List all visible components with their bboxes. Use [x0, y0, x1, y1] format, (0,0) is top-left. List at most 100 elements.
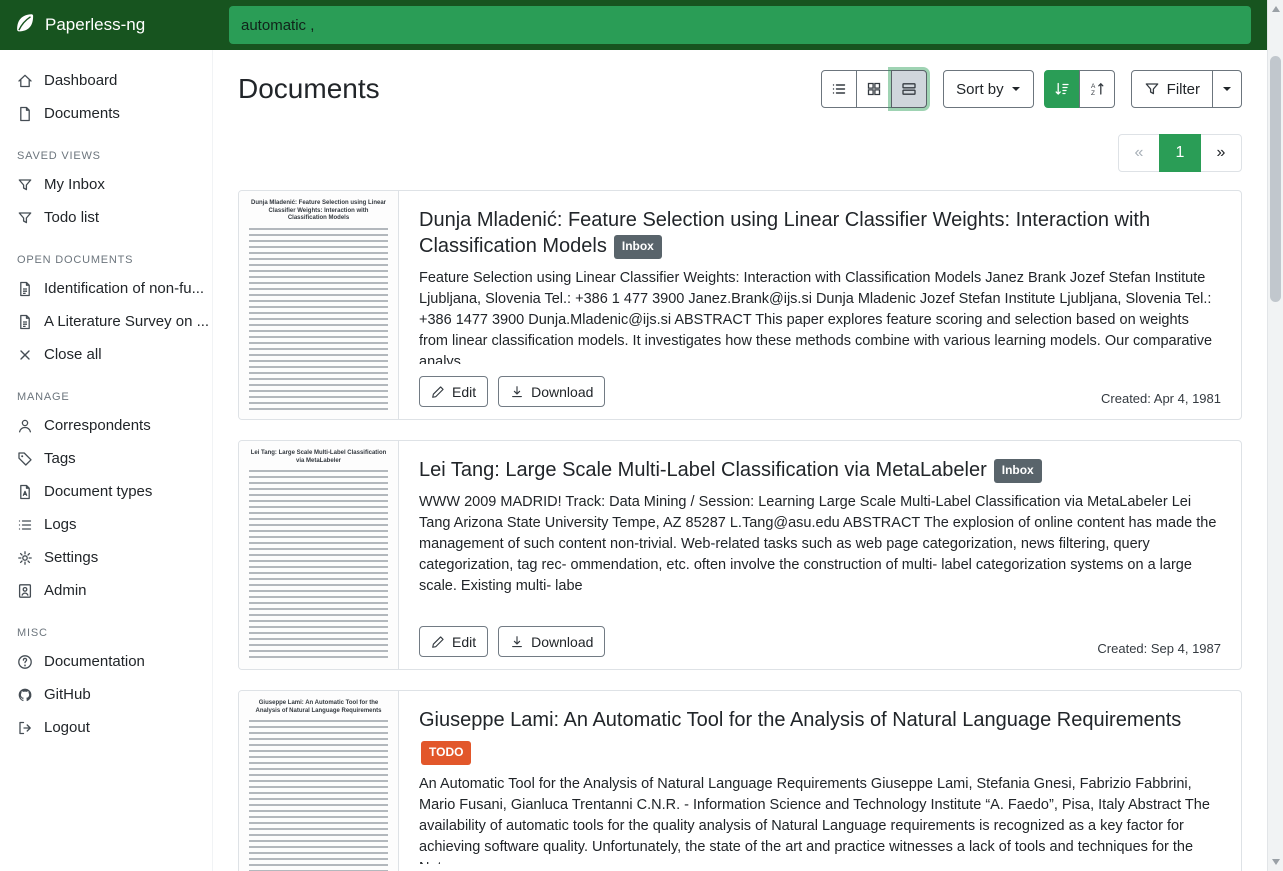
file-icon: [17, 106, 33, 122]
tag-badge-todo[interactable]: TODO: [421, 741, 471, 765]
tag-badge-inbox[interactable]: Inbox: [614, 235, 662, 259]
download-label: Download: [531, 634, 593, 650]
document-thumbnail[interactable]: Giuseppe Lami: An Automatic Tool for the…: [239, 691, 399, 871]
vertical-scrollbar[interactable]: [1267, 0, 1283, 871]
document-thumbnail[interactable]: Dunja Mladenić: Feature Selection using …: [239, 191, 399, 419]
document-title: Giuseppe Lami: An Automatic Tool for the…: [419, 709, 1181, 731]
download-icon: [510, 635, 524, 649]
thumbnail-text-lines: [249, 720, 388, 871]
sidebar-item-label: GitHub: [44, 686, 91, 703]
sidebar-item-github[interactable]: GitHub: [0, 678, 212, 711]
sidebar-item-settings[interactable]: Settings: [0, 541, 212, 574]
pagination-prev-button[interactable]: «: [1118, 134, 1160, 172]
sidebar-item-open-doc-1[interactable]: Identification of non-fu...: [0, 272, 212, 305]
svg-text:A: A: [1091, 83, 1096, 90]
created-date: Created: Sep 4, 1987: [1097, 641, 1221, 656]
leaf-icon: [14, 12, 36, 39]
filter-button[interactable]: Filter: [1131, 70, 1213, 108]
edit-label: Edit: [452, 634, 476, 650]
sort-descending-button[interactable]: [1044, 70, 1080, 108]
sidebar-item-label: Tags: [44, 450, 76, 467]
thumbnail-title: Giuseppe Lami: An Automatic Tool for the…: [249, 700, 388, 715]
main-content: Documents: [213, 50, 1267, 871]
scrollbar-up-arrow-icon[interactable]: [1272, 6, 1280, 12]
edit-button[interactable]: Edit: [419, 376, 488, 407]
download-button[interactable]: Download: [498, 626, 605, 657]
sidebar-item-close-all[interactable]: Close all: [0, 338, 212, 371]
toolbar-controls: Sort by AZ: [821, 70, 1242, 108]
filter-dropdown-button[interactable]: [1212, 70, 1242, 108]
view-toggle-group: [821, 70, 927, 108]
sidebar-item-label: Identification of non-fu...: [44, 280, 204, 297]
thumbnail-text-lines: [249, 228, 388, 411]
tag-icon: [17, 451, 33, 467]
scrollbar-thumb[interactable]: [1270, 56, 1281, 302]
list-view-icon: [831, 81, 847, 97]
edit-label: Edit: [452, 384, 476, 400]
pagination-next-button[interactable]: »: [1200, 134, 1242, 172]
search-bar: [213, 0, 1267, 50]
sort-by-button[interactable]: Sort by: [943, 70, 1034, 108]
sidebar-item-correspondents[interactable]: Correspondents: [0, 409, 212, 442]
pagination-page-1-button[interactable]: 1: [1159, 134, 1201, 172]
scrollbar-down-arrow-icon[interactable]: [1272, 859, 1280, 865]
gear-icon: [17, 550, 33, 566]
sidebar-item-document-types[interactable]: Document types: [0, 475, 212, 508]
github-icon: [17, 687, 33, 703]
brand-link[interactable]: Paperless-ng: [0, 0, 213, 50]
sidebar-item-logout[interactable]: Logout: [0, 711, 212, 744]
file-text-icon: [17, 281, 33, 297]
person-badge-icon: [17, 583, 33, 599]
document-title-link[interactable]: Dunja Mladenić: Feature Selection using …: [419, 207, 1221, 259]
document-excerpt: Feature Selection using Linear Classifie…: [419, 268, 1221, 364]
created-date: Created: Apr 4, 1981: [1101, 391, 1221, 406]
document-card-body: Giuseppe Lami: An Automatic Tool for the…: [399, 691, 1241, 871]
sort-direction-group: AZ: [1044, 70, 1115, 108]
sidebar-item-todo-list[interactable]: Todo list: [0, 201, 212, 234]
thumbnail-text-lines: [249, 470, 388, 660]
sidebar-item-tags[interactable]: Tags: [0, 442, 212, 475]
sidebar-item-label: Admin: [44, 582, 87, 599]
sidebar-item-label: Dashboard: [44, 72, 117, 89]
document-card-body: Dunja Mladenić: Feature Selection using …: [399, 191, 1241, 419]
details-view-button[interactable]: [891, 70, 927, 108]
close-icon: [17, 347, 33, 363]
sidebar-item-label: Close all: [44, 346, 102, 363]
sidebar-item-documents[interactable]: Documents: [0, 97, 212, 130]
sidebar-item-documentation[interactable]: Documentation: [0, 645, 212, 678]
funnel-icon: [17, 177, 33, 193]
download-icon: [510, 385, 524, 399]
sidebar-section-open-documents: OPEN DOCUMENTS: [0, 234, 212, 272]
sidebar-item-admin[interactable]: Admin: [0, 574, 212, 607]
sidebar-item-dashboard[interactable]: Dashboard: [0, 64, 212, 97]
grid-view-button[interactable]: [856, 70, 892, 108]
page-title: Documents: [238, 73, 380, 105]
list-view-button[interactable]: [821, 70, 857, 108]
filter-label: Filter: [1167, 81, 1200, 98]
sort-alpha-icon: AZ: [1089, 81, 1105, 97]
document-thumbnail[interactable]: Lei Tang: Large Scale Multi-Label Classi…: [239, 441, 399, 669]
search-input[interactable]: [229, 6, 1251, 44]
document-title-link[interactable]: Giuseppe Lami: An Automatic Tool for the…: [419, 707, 1221, 765]
sidebar-item-open-doc-2[interactable]: A Literature Survey on ...: [0, 305, 212, 338]
sidebar-section-saved-views: SAVED VIEWS: [0, 130, 212, 168]
document-excerpt: WWW 2009 MADRID! Track: Data Mining / Se…: [419, 492, 1221, 597]
edit-button[interactable]: Edit: [419, 626, 488, 657]
document-title: Dunja Mladenić: Feature Selection using …: [419, 209, 1150, 257]
download-button[interactable]: Download: [498, 376, 605, 407]
sidebar-item-my-inbox[interactable]: My Inbox: [0, 168, 212, 201]
sidebar-item-logs[interactable]: Logs: [0, 508, 212, 541]
sidebar-item-label: My Inbox: [44, 176, 105, 193]
sidebar-item-label: Correspondents: [44, 417, 151, 434]
pencil-icon: [431, 635, 445, 649]
funnel-icon: [1144, 81, 1160, 97]
sidebar-section-manage: MANAGE: [0, 371, 212, 409]
tag-badge-inbox[interactable]: Inbox: [994, 459, 1042, 483]
svg-text:Z: Z: [1091, 90, 1095, 97]
sort-alpha-button[interactable]: AZ: [1079, 70, 1115, 108]
document-title-link[interactable]: Lei Tang: Large Scale Multi-Label Classi…: [419, 457, 1221, 483]
sidebar-item-label: Settings: [44, 549, 98, 566]
thumbnail-title: Lei Tang: Large Scale Multi-Label Classi…: [249, 450, 388, 465]
document-title: Lei Tang: Large Scale Multi-Label Classi…: [419, 459, 987, 481]
sort-down-icon: [1054, 81, 1070, 97]
